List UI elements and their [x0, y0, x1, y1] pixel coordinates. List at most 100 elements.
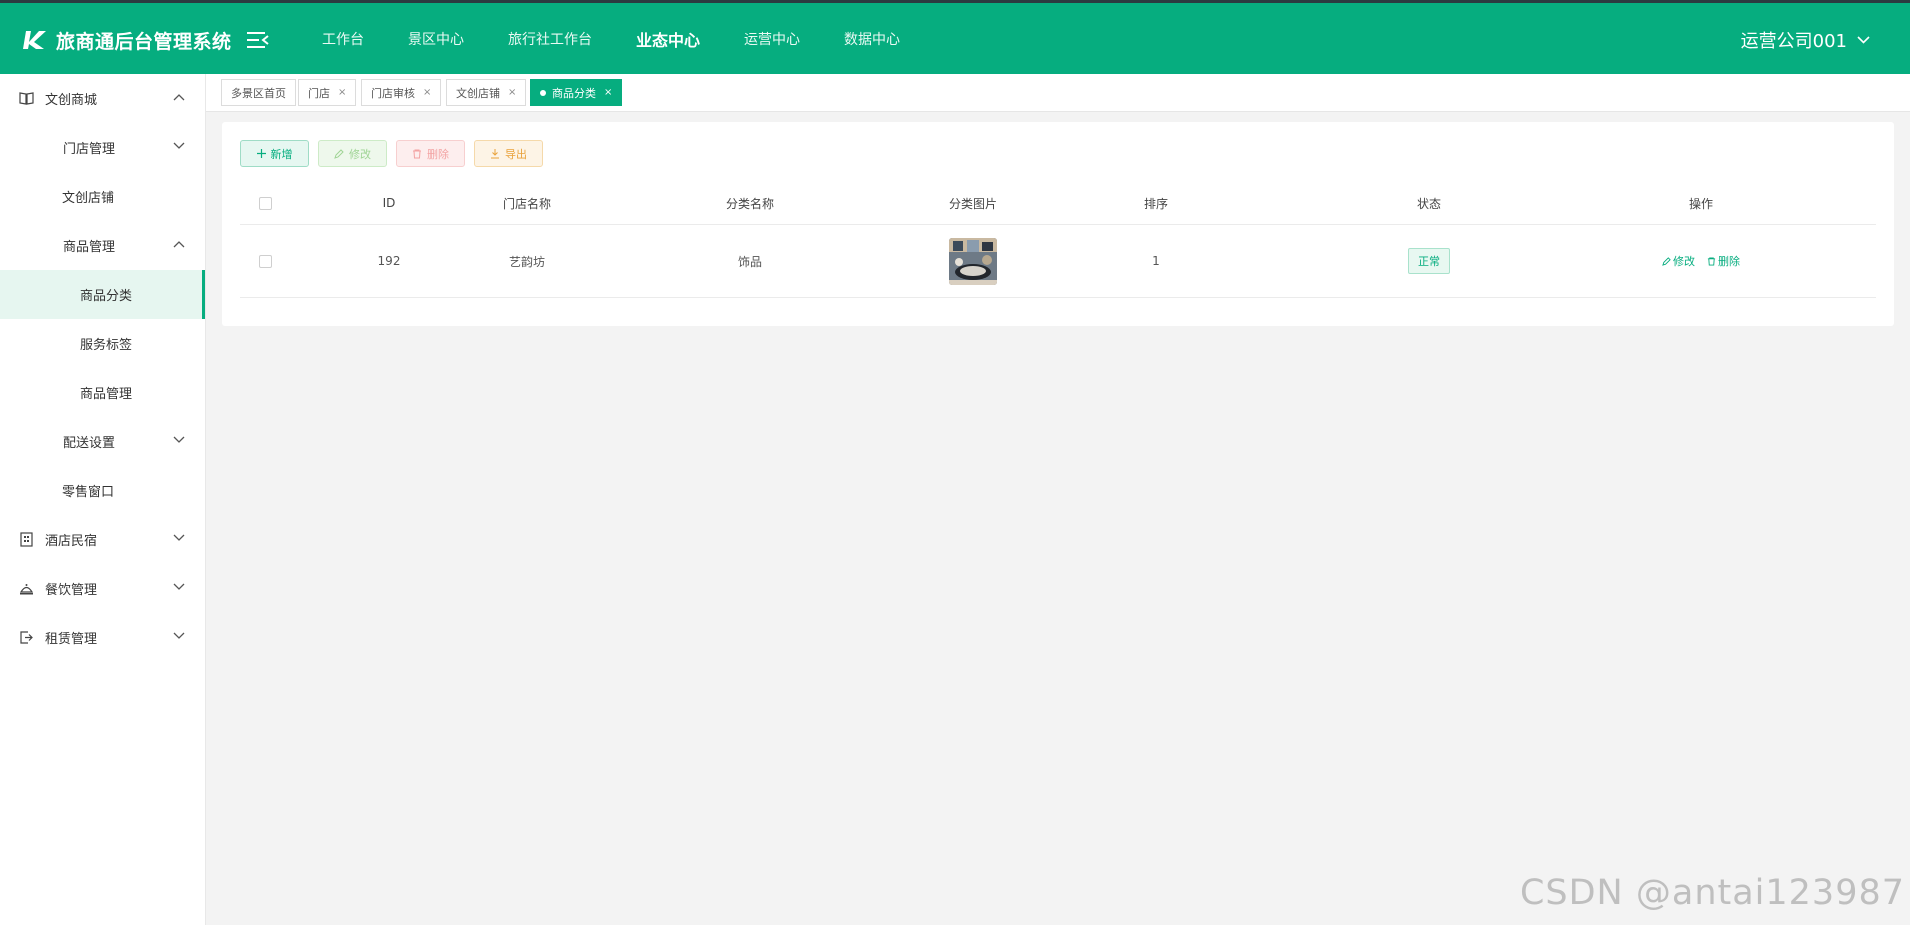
nav-business-center[interactable]: 业态中心	[636, 27, 700, 51]
tab-multi-scenic-home[interactable]: 多景区首页	[221, 79, 296, 106]
tab-label: 门店	[308, 86, 330, 100]
edit-button[interactable]: 修改	[318, 140, 387, 167]
delete-button-label: 删除	[427, 147, 449, 161]
user-menu[interactable]: 运营公司001	[1741, 27, 1870, 53]
column-header-actions: 操作	[1688, 196, 1713, 211]
row-checkbox-cell	[240, 225, 290, 297]
sidebar-item-label: 租赁管理	[45, 632, 98, 647]
cell-category-name: 饰品	[737, 254, 762, 269]
sidebar: 文创商城 门店管理 文创店铺 商品管理 商品分类 服务标签 商品管理 配送设置 …	[0, 74, 206, 925]
sidebar-item-label: 零售窗口	[62, 485, 115, 500]
dining-icon	[19, 584, 34, 595]
chevron-down-icon	[173, 534, 185, 541]
add-button[interactable]: 新增	[240, 140, 309, 167]
cell-actions: 修改 删除	[1558, 225, 1844, 297]
table-row[interactable]: 192 艺韵坊 饰品 1 正常 修改 删除	[240, 225, 1876, 298]
sidebar-item-cultural-mall[interactable]: 文创商城	[0, 74, 205, 123]
sidebar-item-product-category[interactable]: 商品分类	[0, 270, 205, 319]
nav-data-center[interactable]: 数据中心	[844, 29, 900, 49]
chevron-down-icon	[173, 632, 185, 639]
close-icon[interactable]: ×	[604, 87, 612, 98]
sidebar-item-cultural-shop[interactable]: 文创店铺	[0, 172, 205, 221]
book-icon	[19, 92, 34, 105]
data-table: ID 门店名称 分类名称 分类图片 排序 状态 操作 192 艺韵坊 饰品 1 …	[240, 182, 1876, 298]
cell-sort: 1	[1152, 254, 1160, 268]
status-badge: 正常	[1408, 248, 1450, 274]
top-header: 旅商通后台管理系统 工作台 景区中心 旅行社工作台 业态中心 运营中心 数据中心…	[0, 0, 1910, 74]
sidebar-item-label: 门店管理	[63, 142, 116, 157]
chevron-up-icon	[173, 241, 185, 248]
column-header-status[interactable]: 状态	[1300, 182, 1558, 224]
sidebar-item-product-management[interactable]: 商品管理	[0, 221, 205, 270]
column-header-store-name[interactable]: 门店名称	[488, 182, 566, 224]
tab-product-category[interactable]: 商品分类 ×	[530, 79, 623, 106]
close-icon[interactable]: ×	[338, 87, 346, 98]
tab-cultural-shop[interactable]: 文创店铺 ×	[446, 79, 527, 106]
chevron-down-icon	[173, 142, 185, 149]
sidebar-item-rental[interactable]: 租赁管理	[0, 613, 205, 662]
sidebar-item-dining[interactable]: 餐饮管理	[0, 564, 205, 613]
tabs-bar: 多景区首页 门店 × 门店审核 × 文创店铺 × 商品分类 ×	[206, 74, 1910, 112]
close-icon[interactable]: ×	[423, 87, 431, 98]
row-delete-link[interactable]: 删除	[1707, 253, 1740, 269]
row-edit-label: 修改	[1673, 255, 1695, 268]
sidebar-item-label: 商品管理	[63, 240, 116, 255]
row-delete-label: 删除	[1718, 255, 1740, 268]
cell-store-name: 艺韵坊	[508, 254, 545, 269]
content-panel: 新增 修改 删除 导出 ID 门店名称 分类名称 分类图片 排序 状态 操作 1…	[222, 122, 1894, 326]
menu-fold-icon[interactable]	[247, 31, 271, 51]
trash-icon	[413, 149, 421, 158]
nav-operation-center[interactable]: 运营中心	[744, 29, 800, 49]
cell-id: 192	[377, 254, 401, 268]
add-button-label: 新增	[270, 147, 293, 161]
sidebar-item-label: 服务标签	[80, 338, 133, 353]
edit-icon	[1662, 256, 1671, 266]
edit-icon	[334, 148, 344, 159]
tab-store[interactable]: 门店 ×	[298, 79, 357, 106]
active-dot-icon	[540, 89, 546, 96]
nav-workbench[interactable]: 工作台	[322, 29, 364, 49]
cell-category-image	[934, 225, 1012, 297]
download-icon	[491, 148, 499, 158]
row-edit-link[interactable]: 修改	[1662, 253, 1695, 269]
delete-button[interactable]: 删除	[396, 140, 465, 167]
sidebar-item-store-management[interactable]: 门店管理	[0, 123, 205, 172]
sidebar-item-service-tags[interactable]: 服务标签	[0, 319, 205, 368]
sidebar-item-delivery-settings[interactable]: 配送设置	[0, 417, 205, 466]
watermark-text: CSDN @antai123987	[1519, 873, 1905, 913]
sidebar-item-products[interactable]: 商品管理	[0, 368, 205, 417]
column-header-id[interactable]: ID	[290, 182, 488, 224]
tab-label: 商品分类	[552, 86, 596, 100]
row-checkbox[interactable]	[258, 254, 272, 268]
column-header-category-name[interactable]: 分类名称	[566, 182, 934, 224]
edit-button-label: 修改	[349, 147, 371, 161]
app-title: 旅商通后台管理系统	[56, 30, 232, 53]
export-button[interactable]: 导出	[474, 140, 543, 167]
category-thumbnail-image[interactable]	[949, 237, 997, 285]
sidebar-item-label: 商品分类	[80, 289, 133, 304]
column-header-sort[interactable]: 排序	[1012, 182, 1300, 224]
header-checkbox-cell	[240, 182, 290, 224]
tab-store-review[interactable]: 门店审核 ×	[361, 79, 442, 106]
sidebar-item-retail-window[interactable]: 零售窗口	[0, 466, 205, 515]
close-icon[interactable]: ×	[508, 87, 516, 98]
sidebar-item-label: 餐饮管理	[45, 583, 98, 598]
building-icon	[20, 532, 33, 547]
logo-icon	[23, 31, 46, 49]
nav-scenic-center[interactable]: 景区中心	[408, 29, 464, 49]
chevron-up-icon	[173, 94, 185, 101]
chevron-down-icon	[173, 436, 185, 443]
nav-agency-workbench[interactable]: 旅行社工作台	[508, 29, 592, 49]
app-logo[interactable]: 旅商通后台管理系统	[22, 26, 232, 54]
sidebar-item-label: 文创店铺	[62, 191, 115, 206]
sidebar-item-hotel[interactable]: 酒店民宿	[0, 515, 205, 564]
select-all-checkbox[interactable]	[258, 196, 272, 210]
sidebar-item-label: 商品管理	[80, 387, 133, 402]
column-header-category-image[interactable]: 分类图片	[934, 182, 1012, 224]
export-button-label: 导出	[505, 147, 527, 161]
sidebar-item-label: 酒店民宿	[45, 534, 98, 549]
chevron-down-icon	[1857, 36, 1870, 44]
top-nav: 工作台 景区中心 旅行社工作台 业态中心 运营中心 数据中心	[300, 3, 922, 74]
cell-status: 正常	[1300, 225, 1558, 297]
tab-label: 多景区首页	[231, 86, 286, 100]
